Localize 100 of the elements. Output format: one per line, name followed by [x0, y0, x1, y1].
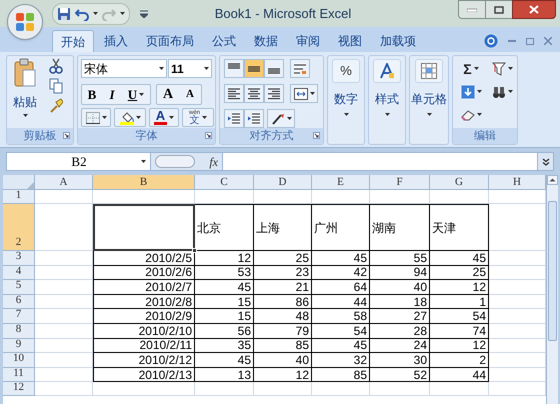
undo-icon[interactable] — [75, 6, 89, 20]
ribbon-tab[interactable]: 审阅 — [288, 30, 328, 52]
table-cell: 35 — [195, 338, 254, 354]
row-header[interactable]: 6 — [3, 294, 35, 310]
copy-icon[interactable] — [49, 78, 63, 94]
table-cell: 74 — [430, 324, 489, 339]
ribbon-tab[interactable]: 插入 — [96, 30, 136, 52]
increase-indent-button[interactable] — [244, 109, 264, 128]
row-header[interactable]: 4 — [3, 266, 35, 280]
minimize-button[interactable] — [458, 0, 486, 19]
close-icon — [529, 5, 539, 14]
row-header[interactable]: 7 — [3, 309, 35, 324]
table-cell: 12 — [195, 251, 254, 266]
dialog-launcher-icon[interactable] — [313, 132, 320, 139]
table-cell: 79 — [254, 324, 312, 339]
help-icon[interactable] — [484, 34, 498, 48]
table-cell — [35, 280, 93, 295]
table-cell — [370, 382, 430, 396]
table-cell: 13 — [195, 368, 254, 382]
ribbon-tab[interactable]: 开始 — [52, 30, 94, 52]
dialog-launcher-icon[interactable] — [205, 132, 212, 139]
column-header[interactable]: D — [254, 175, 312, 190]
autosum-button[interactable]: Σ — [457, 59, 485, 78]
align-middle-button[interactable] — [244, 59, 264, 78]
corner-triangle-icon — [27, 182, 34, 189]
decrease-indent-button[interactable] — [224, 109, 244, 128]
scrollbar-thumb[interactable] — [548, 201, 557, 341]
underline-button[interactable]: U — [122, 85, 150, 104]
align-right-button[interactable] — [264, 84, 284, 103]
brush-icon[interactable] — [49, 98, 63, 114]
group-label: 对齐方式 — [250, 128, 294, 144]
row-header[interactable]: 2 — [3, 204, 35, 251]
vertical-scrollbar[interactable] — [546, 175, 558, 404]
row-header[interactable]: 11 — [3, 368, 35, 382]
column-header[interactable]: H — [489, 175, 546, 190]
merge-center-button[interactable] — [290, 84, 318, 103]
align-bottom-button[interactable] — [264, 59, 284, 78]
active-cell[interactable] — [93, 204, 195, 251]
number-format-button[interactable]: % 数字 — [328, 56, 364, 116]
align-center-button[interactable] — [244, 84, 264, 103]
align-left-button[interactable] — [224, 84, 244, 103]
row-header[interactable]: 9 — [3, 338, 35, 354]
font-name-field[interactable]: 宋体 — [81, 59, 167, 78]
font-color-button[interactable]: A — [149, 108, 179, 127]
borders-button[interactable] — [81, 108, 111, 127]
row-header[interactable]: 5 — [3, 280, 35, 295]
table-cell — [35, 338, 93, 354]
row-header[interactable]: 12 — [3, 382, 35, 396]
row-header[interactable]: 3 — [3, 251, 35, 266]
column-header[interactable]: E — [312, 175, 370, 190]
fill-down-icon — [460, 84, 474, 98]
paste-button[interactable]: 粘贴 — [10, 58, 40, 130]
wrap-text-button[interactable] — [290, 59, 310, 78]
table-cell: 广州 — [312, 204, 370, 251]
column-header[interactable]: A — [35, 175, 93, 190]
column-header[interactable]: G — [430, 175, 489, 190]
font-size-field[interactable]: 11 — [168, 59, 212, 78]
table-cell — [35, 309, 93, 324]
column-header[interactable]: B — [93, 175, 195, 190]
column-header[interactable]: F — [370, 175, 430, 190]
save-icon[interactable] — [57, 6, 71, 20]
row-header[interactable]: 10 — [3, 353, 35, 368]
row-header[interactable]: 1 — [3, 190, 35, 204]
table-cell — [195, 190, 254, 204]
ribbon-tab[interactable]: 视图 — [330, 30, 370, 52]
styles-button[interactable]: 样式 — [369, 56, 405, 116]
ribbon-tab[interactable]: 数据 — [246, 30, 286, 52]
table-cell: 12 — [254, 368, 312, 382]
table-cell: 21 — [254, 280, 312, 295]
group-label: 剪贴板 — [24, 128, 56, 144]
table-cell: 55 — [370, 251, 430, 266]
bold-button[interactable]: B — [82, 85, 102, 104]
table-cell: 30 — [370, 353, 430, 368]
fill-handle[interactable] — [192, 248, 197, 253]
row-header[interactable]: 8 — [3, 324, 35, 339]
minimize-icon — [467, 8, 477, 12]
table-cell: 2010/2/10 — [93, 324, 195, 339]
ribbon-tab[interactable]: 页面布局 — [138, 30, 202, 52]
italic-button[interactable]: I — [102, 85, 122, 104]
table-cell — [35, 324, 93, 339]
restore-icon — [494, 6, 504, 14]
dialog-launcher-icon[interactable] — [63, 132, 70, 139]
caret-icon — [344, 113, 348, 116]
border-grid-icon — [86, 112, 100, 124]
close-button[interactable] — [512, 0, 556, 19]
grow-font-button[interactable]: A — [157, 85, 179, 104]
align-top-button[interactable] — [224, 59, 244, 78]
orientation-button[interactable] — [267, 109, 295, 128]
shrink-font-button[interactable]: A — [179, 85, 201, 104]
fill-color-button[interactable] — [114, 108, 146, 127]
caret-icon — [120, 12, 125, 15]
restore-button[interactable] — [486, 0, 512, 19]
scissors-icon[interactable] — [49, 58, 63, 74]
ribbon-tab[interactable]: 公式 — [204, 30, 244, 52]
align-middle-icon — [248, 66, 260, 72]
column-header[interactable]: C — [195, 175, 254, 190]
diagonal-text-icon — [270, 112, 284, 124]
customize-toolbar-icon[interactable] — [140, 10, 148, 18]
cells-button[interactable]: 单元格 — [410, 56, 448, 116]
ribbon-tab[interactable]: 加载项 — [372, 30, 424, 52]
